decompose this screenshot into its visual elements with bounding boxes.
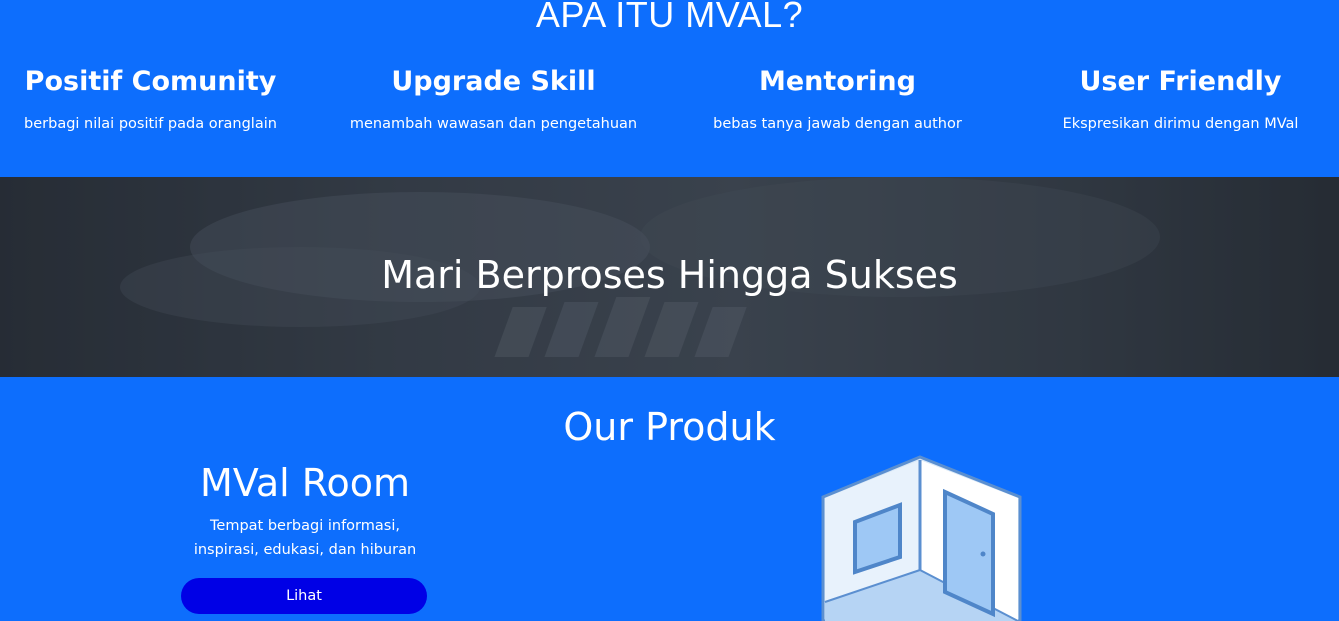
about-section: APA ITU MVAL? Positif Comunity berbagi n… xyxy=(0,0,1339,177)
feature-title: User Friendly xyxy=(1079,66,1282,97)
about-title: APA ITU MVAL? xyxy=(535,0,804,35)
feature-desc: Ekspresikan dirimu dengan MVal xyxy=(1062,116,1299,132)
feature-user-friendly: User Friendly Ekspresikan dirimu dengan … xyxy=(1013,62,1339,134)
feature-desc: bebas tanya jawab dengan author xyxy=(713,116,962,132)
feature-desc: menambah wawasan dan pengetahuan xyxy=(349,116,638,132)
room-title: MVal Room xyxy=(200,461,410,505)
feature-positif-comunity: Positif Comunity berbagi nilai positif p… xyxy=(0,62,318,134)
feature-title: Upgrade Skill xyxy=(391,66,596,97)
feature-title: Mentoring xyxy=(759,66,916,97)
lihat-button[interactable]: Lihat xyxy=(181,578,427,614)
banner-title: Mari Berproses Hingga Sukses xyxy=(381,253,958,297)
feature-title: Positif Comunity xyxy=(24,66,277,97)
room-desc-line: inspirasi, edukasi, dan hiburan xyxy=(193,542,417,558)
produk-title: Our Produk xyxy=(563,405,776,449)
hero-banner: Mari Berproses Hingga Sukses xyxy=(0,177,1339,377)
room-description: Tempat berbagi informasi, inspirasi, edu… xyxy=(150,514,460,562)
produk-section: Our Produk MVal Room Tempat berbagi info… xyxy=(0,377,1339,621)
room-icon xyxy=(821,455,1022,621)
feature-desc: berbagi nilai positif pada oranglain xyxy=(24,116,277,132)
room-desc-line: Tempat berbagi informasi, xyxy=(210,518,400,534)
feature-mentoring: Mentoring bebas tanya jawab dengan autho… xyxy=(670,62,1005,134)
feature-upgrade-skill: Upgrade Skill menambah wawasan dan penge… xyxy=(326,62,661,134)
